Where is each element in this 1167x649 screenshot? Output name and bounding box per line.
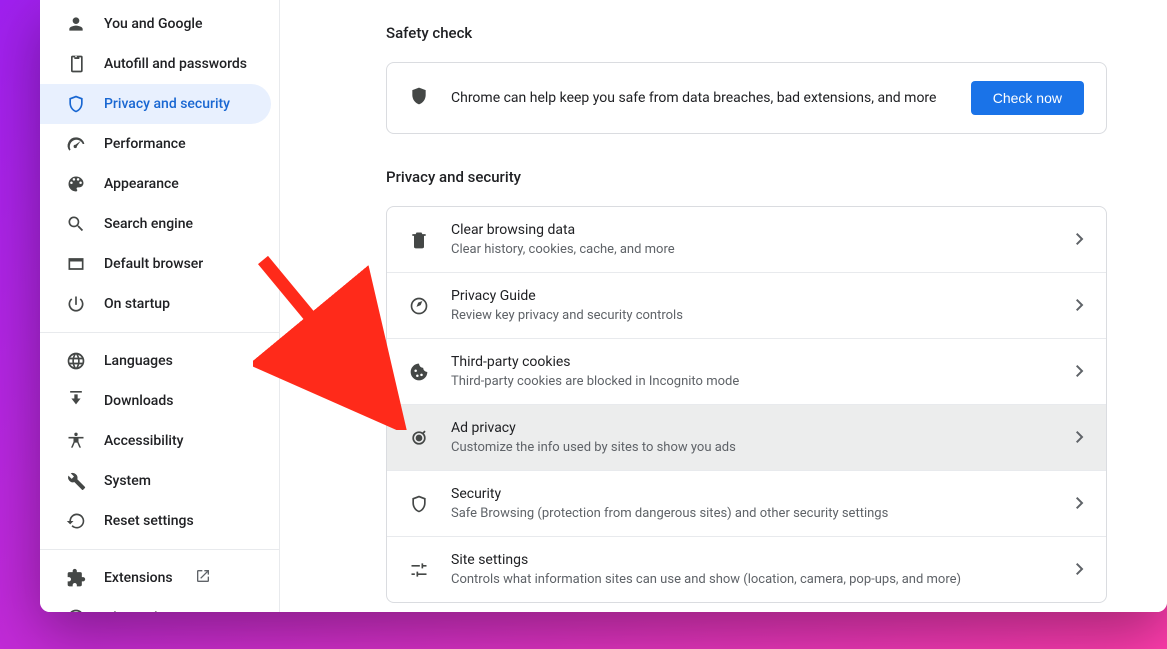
sidebar-item-default-browser[interactable]: Default browser — [40, 244, 279, 284]
sidebar-divider — [40, 332, 279, 333]
globe-icon — [66, 351, 86, 371]
shield-outline-icon — [409, 494, 429, 514]
sidebar-divider — [40, 549, 279, 550]
safety-check-text: Chrome can help keep you safe from data … — [451, 90, 949, 106]
chevron-right-icon — [1076, 560, 1084, 579]
sidebar-item-label: Search engine — [104, 216, 193, 232]
chevron-right-icon — [1076, 362, 1084, 381]
sidebar-item-label: About Chrome — [104, 610, 194, 612]
trash-icon — [409, 230, 429, 250]
sidebar-item-label: Reset settings — [104, 513, 194, 529]
target-icon — [409, 428, 429, 448]
sidebar-item-on-startup[interactable]: On startup — [40, 284, 279, 324]
person-icon — [66, 14, 86, 34]
row-clear-browsing-data[interactable]: Clear browsing data Clear history, cooki… — [387, 207, 1106, 272]
shield-filled-icon — [409, 86, 429, 110]
settings-window: You and Google Autofill and passwords Pr… — [40, 0, 1167, 612]
sidebar-item-autofill[interactable]: Autofill and passwords — [40, 44, 279, 84]
chevron-right-icon — [1076, 296, 1084, 315]
sidebar-item-label: Appearance — [104, 176, 179, 192]
sidebar-item-you-and-google[interactable]: You and Google — [40, 4, 279, 44]
extension-icon — [66, 568, 86, 588]
external-link-icon — [195, 568, 211, 588]
row-sub: Customize the info used by sites to show… — [451, 439, 1054, 457]
restore-icon — [66, 511, 86, 531]
settings-sidebar: You and Google Autofill and passwords Pr… — [40, 0, 280, 612]
sidebar-item-label: Languages — [104, 353, 173, 369]
sidebar-item-label: Accessibility — [104, 433, 183, 449]
sidebar-item-label: On startup — [104, 296, 170, 312]
row-sub: Controls what information sites can use … — [451, 571, 1054, 589]
sidebar-item-label: Downloads — [104, 393, 173, 409]
speedometer-icon — [66, 134, 86, 154]
row-title: Ad privacy — [451, 418, 1054, 438]
download-icon — [66, 391, 86, 411]
sidebar-item-performance[interactable]: Performance — [40, 124, 279, 164]
sidebar-item-label: Extensions — [104, 570, 173, 586]
sidebar-item-extensions[interactable]: Extensions — [40, 558, 279, 598]
row-privacy-guide[interactable]: Privacy Guide Review key privacy and sec… — [387, 272, 1106, 338]
power-icon — [66, 294, 86, 314]
sidebar-item-search-engine[interactable]: Search engine — [40, 204, 279, 244]
chevron-right-icon — [1076, 428, 1084, 447]
sidebar-item-label: Autofill and passwords — [104, 56, 247, 72]
settings-main: Safety check Chrome can help keep you sa… — [280, 0, 1167, 612]
sidebar-item-appearance[interactable]: Appearance — [40, 164, 279, 204]
row-title: Clear browsing data — [451, 220, 1054, 240]
chevron-right-icon — [1076, 494, 1084, 513]
accessibility-icon — [66, 431, 86, 451]
sidebar-item-privacy[interactable]: Privacy and security — [40, 84, 271, 124]
row-sub: Clear history, cookies, cache, and more — [451, 241, 1054, 259]
sidebar-item-reset[interactable]: Reset settings — [40, 501, 279, 541]
search-icon — [66, 214, 86, 234]
compass-icon — [409, 296, 429, 316]
wrench-icon — [66, 471, 86, 491]
row-title: Privacy Guide — [451, 286, 1054, 306]
chrome-icon — [66, 608, 86, 612]
sliders-icon — [409, 560, 429, 580]
sidebar-item-downloads[interactable]: Downloads — [40, 381, 279, 421]
row-ad-privacy[interactable]: Ad privacy Customize the info used by si… — [387, 404, 1106, 470]
chevron-right-icon — [1076, 230, 1084, 249]
clipboard-icon — [66, 54, 86, 74]
sidebar-item-label: You and Google — [104, 16, 202, 32]
sidebar-item-system[interactable]: System — [40, 461, 279, 501]
sidebar-item-about[interactable]: About Chrome — [40, 598, 279, 612]
row-security[interactable]: Security Safe Browsing (protection from … — [387, 470, 1106, 536]
safety-check-card: Chrome can help keep you safe from data … — [386, 62, 1107, 134]
sidebar-item-accessibility[interactable]: Accessibility — [40, 421, 279, 461]
row-sub: Third-party cookies are blocked in Incog… — [451, 373, 1054, 391]
sidebar-item-label: Default browser — [104, 256, 203, 272]
privacy-list-card: Clear browsing data Clear history, cooki… — [386, 206, 1107, 603]
row-third-party-cookies[interactable]: Third-party cookies Third-party cookies … — [387, 338, 1106, 404]
sidebar-item-label: Privacy and security — [104, 96, 230, 112]
cookie-icon — [409, 362, 429, 382]
browser-icon — [66, 254, 86, 274]
palette-icon — [66, 174, 86, 194]
row-sub: Safe Browsing (protection from dangerous… — [451, 505, 1054, 523]
row-site-settings[interactable]: Site settings Controls what information … — [387, 536, 1106, 602]
shield-icon — [66, 94, 86, 114]
sidebar-item-label: Performance — [104, 136, 186, 152]
sidebar-item-languages[interactable]: Languages — [40, 341, 279, 381]
row-title: Security — [451, 484, 1054, 504]
sidebar-item-label: System — [104, 473, 151, 489]
row-title: Site settings — [451, 550, 1054, 570]
row-sub: Review key privacy and security controls — [451, 307, 1054, 325]
safety-check-title: Safety check — [386, 24, 1107, 42]
row-title: Third-party cookies — [451, 352, 1054, 372]
privacy-section-title: Privacy and security — [386, 168, 1107, 186]
check-now-button[interactable]: Check now — [971, 81, 1084, 115]
